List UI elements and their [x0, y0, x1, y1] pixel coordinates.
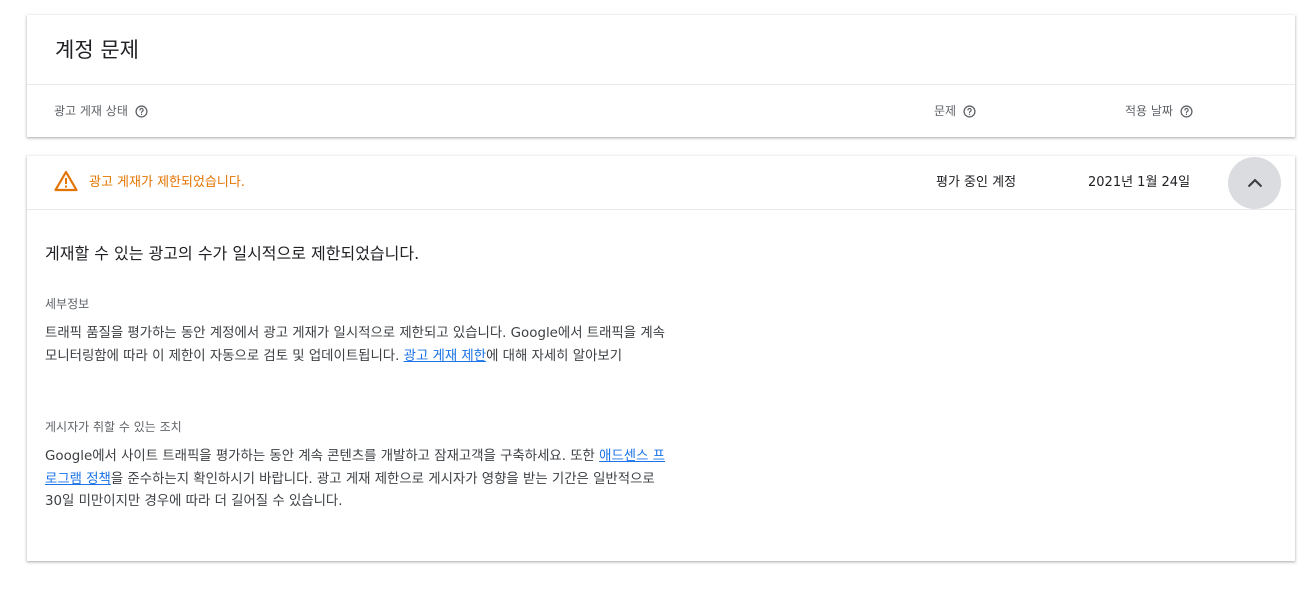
- details-label: 세부정보: [45, 297, 90, 311]
- publisher-actions-label: 게시자가 취할 수 있는 조치: [45, 420, 182, 434]
- help-circle-icon[interactable]: [1180, 104, 1193, 118]
- actions-text-part: Google에서 사이트 트래픽을 평가하는 동안 계속 콘텐츠를 개발하고 잠…: [45, 449, 600, 464]
- actions-text-part: 을 준수하는지 확인하시기 바랍니다. 광고 게재 제한으로 게시자가 영향을 …: [45, 471, 655, 510]
- account-issues-header-card: 계정 문제 광고 게재 상태 문제 적용 날짜: [27, 15, 1295, 137]
- column-header-label: 문제: [934, 104, 957, 118]
- issue-status: 평가 중인 계정: [936, 175, 1017, 190]
- issue-headline: 게재할 수 있는 광고의 수가 일시적으로 제한되었습니다.: [45, 244, 420, 263]
- chevron-up-icon: [1245, 173, 1265, 193]
- column-header-issue: 문제: [934, 102, 976, 120]
- issue-row[interactable]: 광고 게재가 제한되었습니다. 평가 중인 계정 2021년 1월 24일: [27, 156, 1295, 210]
- column-header-label: 광고 게재 상태: [54, 104, 128, 118]
- details-text-part: 에 대해 자세히 알아보기: [486, 348, 623, 364]
- divider: [27, 84, 1295, 85]
- warning-triangle-icon: [54, 170, 78, 192]
- column-header-ad-serving-status: 광고 게재 상태: [54, 102, 148, 120]
- column-header-label: 적용 날짜: [1125, 104, 1173, 118]
- help-circle-icon[interactable]: [963, 104, 976, 118]
- issue-card: 광고 게재가 제한되었습니다. 평가 중인 계정 2021년 1월 24일 게재…: [27, 156, 1295, 561]
- issue-summary: 광고 게재가 제한되었습니다.: [89, 175, 245, 190]
- ad-serving-limit-link[interactable]: 광고 게재 제한: [404, 349, 486, 364]
- details-text: 트래픽 품질을 평가하는 동안 계정에서 광고 게재가 일시적으로 제한되고 있…: [45, 323, 665, 368]
- page-title: 계정 문제: [55, 38, 139, 62]
- column-header-applied-date: 적용 날짜: [1125, 102, 1193, 120]
- help-circle-icon[interactable]: [135, 104, 148, 118]
- issue-date: 2021년 1월 24일: [1088, 175, 1191, 190]
- collapse-button[interactable]: [1228, 157, 1281, 209]
- publisher-actions-text: Google에서 사이트 트래픽을 평가하는 동안 계속 콘텐츠를 개발하고 잠…: [45, 446, 665, 514]
